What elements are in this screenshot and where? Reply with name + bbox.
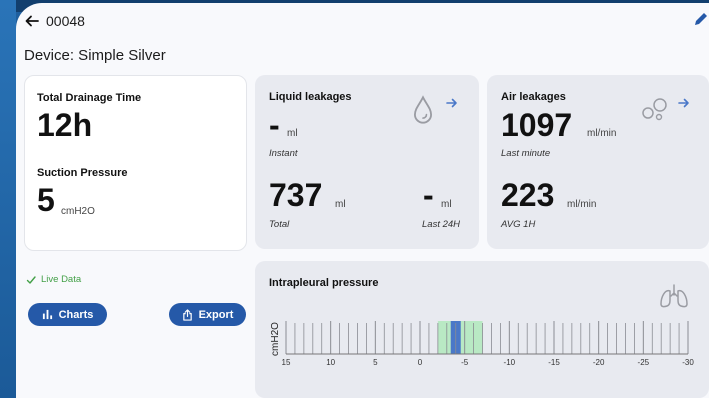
gauge-tick-label: -25 bbox=[638, 358, 650, 367]
air-minute-unit: ml/min bbox=[587, 128, 617, 139]
gauge-unit-label: cmH2O bbox=[270, 322, 281, 356]
air-avg-label: AVG 1H bbox=[501, 219, 536, 230]
gauge-tick-label: 5 bbox=[373, 358, 378, 367]
top-bar: 00048 bbox=[24, 11, 85, 31]
pencil-icon[interactable] bbox=[693, 11, 709, 27]
gauge-tick-label: -10 bbox=[504, 358, 516, 367]
intrapleural-card: Intrapleural pressure cmH2O 15 10 5 0 -5 -10-… bbox=[255, 261, 709, 398]
check-icon bbox=[26, 275, 36, 284]
liquid-last24-value: - bbox=[423, 177, 434, 213]
gauge-tick-label: -5 bbox=[461, 358, 469, 367]
pressure-gauge: cmH2O 15 10 5 0 -5 -10 -15 -20 -25 -30 bbox=[270, 321, 694, 367]
liquid-leakages-title: Liquid leakages bbox=[269, 91, 352, 103]
liquid-total-label: Total bbox=[269, 219, 290, 230]
device-name: Device: Simple Silver bbox=[24, 47, 166, 64]
share-icon bbox=[182, 308, 192, 321]
app-screen: 00048 Device: Simple Silver Total Draina… bbox=[16, 3, 709, 398]
liquid-instant-value: - bbox=[269, 107, 280, 143]
air-minute-label: Last minute bbox=[501, 148, 551, 159]
gauge-tick-label: 10 bbox=[326, 358, 335, 367]
total-drainage-value: 12h bbox=[37, 107, 93, 143]
device-code: 00048 bbox=[46, 13, 85, 29]
water-drop-icon bbox=[413, 95, 433, 124]
liquid-total-unit: ml bbox=[335, 199, 346, 210]
gauge-tick-label: -30 bbox=[682, 358, 694, 367]
drainage-card: Total Drainage Time 12h Suction Pressure… bbox=[24, 75, 247, 251]
air-minute-value: 1097 bbox=[501, 107, 573, 143]
live-data-status: Live Data bbox=[26, 274, 81, 285]
bar-chart-icon bbox=[42, 309, 52, 320]
liquid-last24-label: Last 24H bbox=[422, 219, 461, 230]
liquid-last24-unit: ml bbox=[441, 199, 452, 210]
arrow-right-icon[interactable] bbox=[678, 97, 690, 109]
live-data-label: Live Data bbox=[41, 274, 82, 285]
left-frame bbox=[0, 0, 16, 398]
charts-button-label: Charts bbox=[58, 308, 94, 321]
air-avg-unit: ml/min bbox=[567, 199, 597, 210]
gauge-tick-label: -15 bbox=[548, 358, 560, 367]
suction-pressure-value: 5 bbox=[37, 182, 55, 218]
export-button-label: Export bbox=[198, 308, 234, 321]
gauge-tick-label: 15 bbox=[282, 358, 291, 367]
gauge-tick-label: -20 bbox=[593, 358, 605, 367]
air-leakages-title: Air leakages bbox=[501, 91, 566, 103]
liquid-leakages-card[interactable]: Liquid leakages - ml Instant 737 ml Tota… bbox=[255, 75, 479, 249]
charts-button[interactable]: Charts bbox=[28, 303, 107, 326]
export-button[interactable]: Export bbox=[169, 303, 246, 326]
liquid-total-value: 737 bbox=[269, 177, 323, 213]
air-leakages-card[interactable]: Air leakages 1097 ml/min Last minute 223… bbox=[487, 75, 709, 249]
arrow-right-icon[interactable] bbox=[446, 97, 458, 109]
liquid-instant-label: Instant bbox=[269, 148, 298, 159]
liquid-instant-unit: ml bbox=[287, 128, 298, 139]
suction-pressure-label: Suction Pressure bbox=[37, 167, 128, 179]
arrow-left-icon[interactable] bbox=[24, 13, 40, 29]
bubbles-icon bbox=[642, 98, 667, 121]
air-avg-value: 223 bbox=[501, 177, 555, 213]
suction-pressure-unit: cmH2O bbox=[61, 206, 95, 217]
gauge-tick-label: 0 bbox=[418, 358, 423, 367]
total-drainage-label: Total Drainage Time bbox=[37, 92, 142, 104]
